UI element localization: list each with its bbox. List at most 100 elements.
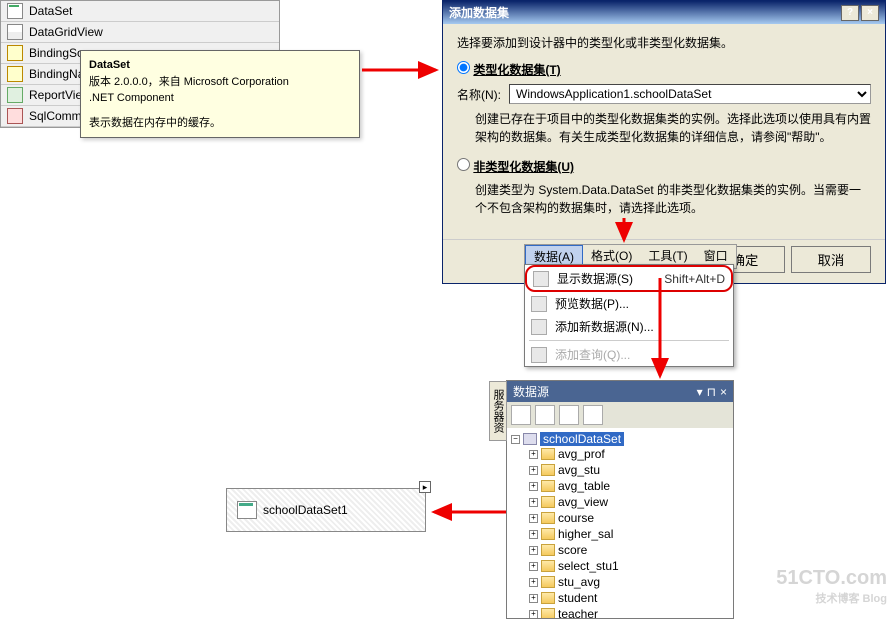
dropdown-shortcut: Shift+Alt+D	[664, 272, 725, 286]
tooltip: DataSet 版本 2.0.0.0，来自 Microsoft Corporat…	[80, 50, 360, 138]
name-label: 名称(N):	[457, 86, 501, 103]
dropdown-label: 添加查询(Q)...	[555, 346, 630, 363]
add-query-item: 添加查询(Q)...	[525, 343, 733, 366]
untyped-dataset-radio-row[interactable]: 非类型化数据集(U)	[457, 158, 871, 175]
menu-separator	[529, 340, 729, 341]
tree-node[interactable]: + stu_avg	[529, 574, 729, 590]
typed-dataset-radio[interactable]	[457, 61, 470, 74]
tree-root-label: schoolDataSet	[540, 432, 624, 446]
toolbox-item-label: BindingNa	[29, 67, 84, 81]
preview-data-item[interactable]: 预览数据(P)...	[525, 292, 733, 315]
tree-node[interactable]: +course	[529, 510, 729, 526]
designer-component[interactable]: schoolDataSet1	[237, 501, 348, 519]
untyped-dataset-radio[interactable]	[457, 158, 470, 171]
designer-component-tray: ▸ schoolDataSet1	[226, 488, 426, 532]
tree-node[interactable]: + select_stu1	[529, 558, 729, 574]
toolbox-item-datagridview[interactable]: DataGridView	[1, 22, 279, 43]
close-icon[interactable]: ×	[720, 385, 727, 399]
tree-node[interactable]: +avg_prof	[529, 446, 729, 462]
dataset-name-select[interactable]: WindowsApplication1.schoolDataSet	[509, 84, 871, 104]
tooltip-line: 表示数据在内存中的缓存。	[89, 115, 351, 132]
add-datasource-item[interactable]: 添加新数据源(N)...	[525, 315, 733, 338]
datasources-toolbar	[507, 402, 733, 428]
tooltip-line: 版本 2.0.0.0，来自 Microsoft Corporation	[89, 74, 351, 91]
typed-dataset-label: 类型化数据集(T)	[473, 63, 560, 77]
tree-node[interactable]: +avg_view	[529, 494, 729, 510]
watermark-sub: 技术博客 Blog	[776, 590, 887, 606]
tree-node[interactable]: + teacher	[529, 606, 729, 618]
tree-node-label: avg_table	[558, 479, 610, 493]
expand-icon[interactable]: +	[529, 482, 538, 491]
toolbox-item-label: DataGridView	[29, 25, 103, 39]
dataset-icon	[7, 3, 23, 19]
tree-node[interactable]: + score	[529, 542, 729, 558]
dropdown-icon[interactable]: ▾	[697, 385, 703, 399]
datasources-title: 数据源	[513, 383, 549, 400]
tree-node[interactable]: + student	[529, 590, 729, 606]
table-icon	[541, 480, 555, 492]
datasources-panel: 服务器资 数据源 ▾ ⊓ × − schoolDataSet +avg_prof…	[506, 380, 734, 619]
expand-icon[interactable]: +	[529, 466, 538, 475]
expand-icon[interactable]: +	[529, 562, 538, 571]
tree-node[interactable]: + higher_sal	[529, 526, 729, 542]
tree-node-label: stu_avg	[558, 575, 600, 589]
expand-icon[interactable]: +	[529, 514, 538, 523]
table-icon	[541, 560, 555, 572]
grid-icon	[7, 24, 23, 40]
expand-icon[interactable]: +	[529, 450, 538, 459]
tree-root[interactable]: − schoolDataSet	[511, 432, 729, 446]
collapse-icon[interactable]: −	[511, 435, 520, 444]
datasources-titlebar: 数据源 ▾ ⊓ ×	[507, 381, 733, 402]
dialog-title: 添加数据集	[449, 4, 509, 21]
cancel-button[interactable]: 取消	[791, 246, 871, 273]
tree-node[interactable]: + avg_table	[529, 478, 729, 494]
table-icon	[541, 544, 555, 556]
datasources-tree: − schoolDataSet +avg_prof+avg_stu+avg_ta…	[507, 428, 733, 618]
table-icon	[541, 576, 555, 588]
tree-node-label: avg_stu	[558, 463, 600, 477]
tree-node-label: higher_sal	[558, 527, 613, 541]
tree-node-label: student	[558, 591, 597, 605]
untyped-dataset-label: 非类型化数据集(U)	[473, 160, 574, 174]
dropdown-label: 预览数据(P)...	[555, 295, 629, 312]
server-explorer-tab[interactable]: 服务器资	[489, 381, 507, 441]
table-icon	[541, 512, 555, 524]
expand-icon[interactable]: +	[529, 530, 538, 539]
add-dataset-dialog: 添加数据集 ? × 选择要添加到设计器中的类型化或非类型化数据集。 类型化数据集…	[442, 0, 886, 284]
add-icon	[531, 319, 547, 335]
query-icon	[531, 347, 547, 363]
tooltip-title: DataSet	[89, 57, 351, 74]
expand-icon[interactable]: +	[529, 546, 538, 555]
sql-icon	[7, 108, 23, 124]
toolbox-item-dataset[interactable]: DataSet	[1, 1, 279, 22]
help-button[interactable]: ?	[841, 5, 859, 21]
expand-icon[interactable]: +	[529, 578, 538, 587]
show-datasources-item[interactable]: 显示数据源(S) Shift+Alt+D	[525, 265, 733, 292]
ds-tool-3[interactable]	[559, 405, 579, 425]
binding-icon	[7, 45, 23, 61]
close-button[interactable]: ×	[861, 5, 879, 21]
tree-node-label: select_stu1	[558, 559, 619, 573]
table-icon	[541, 464, 555, 476]
tree-node[interactable]: + avg_stu	[529, 462, 729, 478]
tree-node-label: score	[558, 543, 587, 557]
refresh-icon[interactable]	[583, 405, 603, 425]
dialog-description: 选择要添加到设计器中的类型化或非类型化数据集。	[457, 34, 871, 51]
typed-dataset-radio-row[interactable]: 类型化数据集(T)	[457, 61, 871, 78]
preview-icon	[531, 296, 547, 312]
toolbox-item-label: ReportVie	[29, 88, 82, 102]
expand-icon[interactable]: +	[529, 610, 538, 619]
ds-tool-1[interactable]	[511, 405, 531, 425]
tooltip-line: .NET Component	[89, 90, 351, 107]
expand-icon[interactable]: +	[529, 498, 538, 507]
expand-icon[interactable]: +	[529, 594, 538, 603]
smart-tag-icon[interactable]: ▸	[419, 481, 431, 493]
data-menu-dropdown: 显示数据源(S) Shift+Alt+D 预览数据(P)... 添加新数据源(N…	[524, 264, 734, 367]
dropdown-label: 添加新数据源(N)...	[555, 318, 654, 335]
table-icon	[541, 528, 555, 540]
ds-tool-2[interactable]	[535, 405, 555, 425]
tree-node-label: teacher	[558, 607, 598, 618]
binding-icon	[7, 66, 23, 82]
table-icon	[541, 608, 555, 618]
pin-icon[interactable]: ⊓	[707, 385, 716, 399]
